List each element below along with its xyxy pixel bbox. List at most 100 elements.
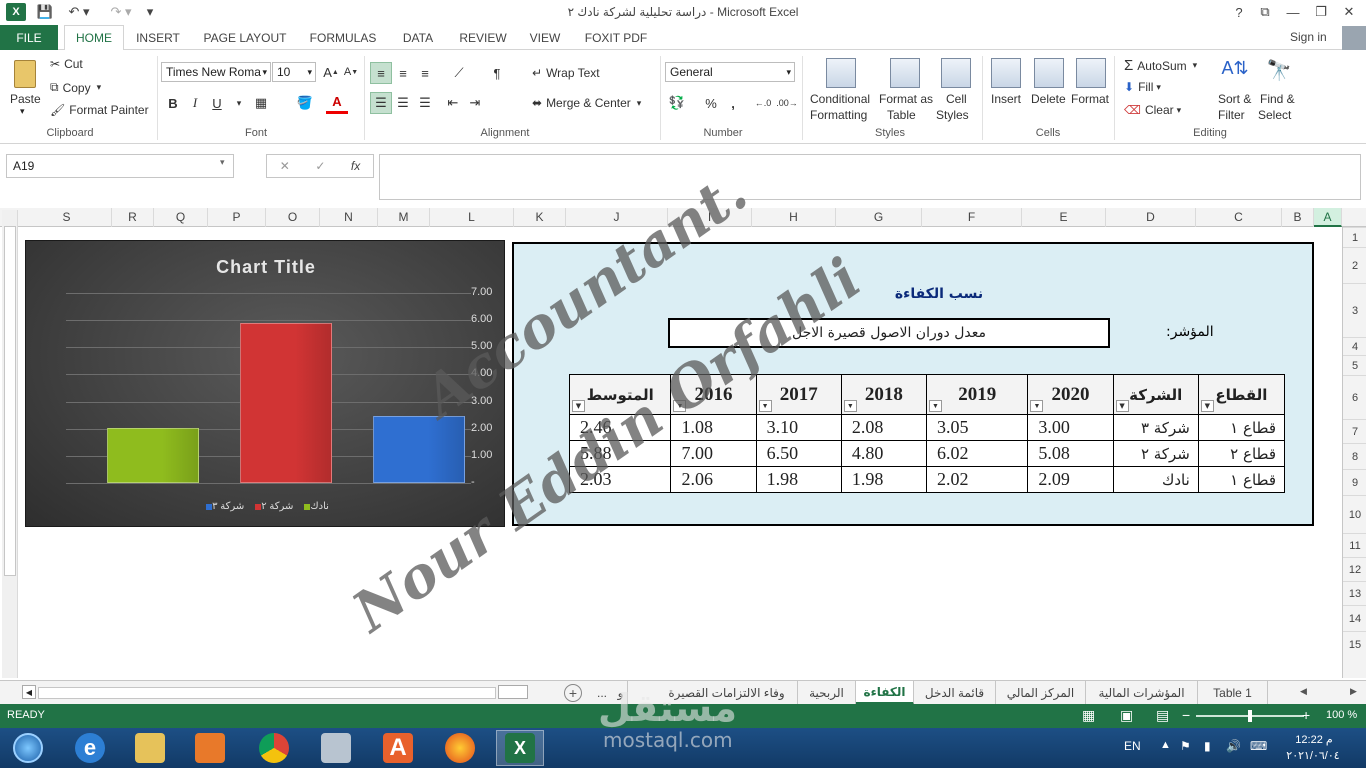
chrome-icon[interactable] — [250, 730, 298, 766]
clock-time[interactable]: 12:22 م — [1284, 733, 1344, 746]
cut-button[interactable]: ✂ Cut — [50, 57, 83, 71]
comma-style-button[interactable]: , — [722, 92, 744, 114]
column-header[interactable]: K — [514, 208, 566, 227]
align-right-icon[interactable]: ☰ — [414, 92, 436, 114]
tab-insert[interactable]: INSERT — [128, 25, 188, 50]
horizontal-scrollbar[interactable] — [38, 687, 496, 699]
cell-styles-button[interactable]: Cell — [946, 92, 967, 106]
percent-style-button[interactable]: % — [700, 92, 722, 114]
paste-button[interactable]: Paste — [10, 92, 41, 106]
prev-sheet-icon[interactable]: ◀ — [1300, 686, 1307, 697]
filter-dropdown-icon[interactable]: ▼ — [758, 400, 772, 412]
tab-review[interactable]: REVIEW — [452, 25, 514, 50]
help-button[interactable]: ? — [1226, 2, 1252, 22]
grow-font-icon[interactable]: A ▲ — [320, 61, 342, 83]
column-header[interactable]: E — [1022, 208, 1106, 227]
restore-button[interactable]: ❐ — [1308, 2, 1334, 22]
align-center-icon[interactable]: ☰ — [392, 92, 414, 114]
media-player-icon[interactable] — [186, 730, 234, 766]
zoom-in-icon[interactable]: + — [1302, 707, 1310, 723]
borders-icon[interactable]: ▦ — [250, 92, 272, 114]
column-header[interactable]: H — [752, 208, 836, 227]
excel-taskbar-icon[interactable]: X — [496, 730, 544, 766]
legend-entry[interactable]: شركة ٢ — [252, 501, 293, 512]
delete-cells-button[interactable]: Delete — [1031, 92, 1066, 106]
align-left-icon[interactable]: ☰ — [370, 92, 392, 114]
sign-in-link[interactable]: Sign in — [1290, 30, 1327, 44]
row-header[interactable]: 9 — [1343, 469, 1366, 495]
filter-dropdown-icon[interactable]: ▼ — [1115, 400, 1129, 412]
table-cell[interactable]: 6.50 — [755, 440, 842, 467]
add-sheet-button[interactable]: + — [564, 684, 582, 702]
format-painter-button[interactable]: 🖌 Format Painter — [50, 103, 149, 117]
fill-color-icon[interactable]: 🪣 — [294, 92, 316, 114]
column-header[interactable]: N — [320, 208, 378, 227]
table-cell[interactable]: 7.00 — [670, 440, 757, 467]
bottom-align-icon[interactable]: ≡ — [414, 62, 436, 84]
fill-button[interactable]: ⬇ Fill ▾ — [1124, 80, 1161, 94]
row-header[interactable]: 6 — [1343, 375, 1366, 419]
table-cell[interactable]: 1.98 — [755, 466, 842, 493]
table-cell[interactable]: 3.00 — [1027, 414, 1114, 441]
table-header-cell[interactable]: القطاع ▼ — [1197, 374, 1286, 415]
chart-bar[interactable] — [240, 323, 332, 483]
table-cell[interactable]: 2.02 — [926, 466, 1029, 493]
wrap-text-button[interactable]: ↵ Wrap Text — [532, 66, 600, 80]
column-header[interactable]: P — [208, 208, 266, 227]
table-cell[interactable]: 2.08 — [840, 414, 928, 441]
next-sheet-icon[interactable]: ▶ — [1350, 686, 1357, 697]
sheet-tab[interactable]: المؤشرات المالية — [1086, 681, 1198, 705]
insert-function-icon[interactable]: fx — [351, 159, 360, 173]
filter-dropdown-icon[interactable]: ▼ — [843, 400, 857, 412]
column-header[interactable]: D — [1106, 208, 1196, 227]
keyboard-icon[interactable]: ⌨ — [1250, 739, 1267, 753]
conditional-formatting-button[interactable]: Conditional — [810, 92, 870, 106]
page-layout-view-icon[interactable]: ▣ — [1120, 707, 1133, 724]
format-cells-button[interactable]: Format — [1071, 92, 1109, 106]
action-center-icon[interactable]: ⚑ — [1180, 739, 1191, 753]
table-header-cell[interactable]: 2017 ▼ — [755, 374, 842, 415]
filter-dropdown-icon[interactable]: ▼ — [572, 400, 585, 412]
filter-dropdown-icon[interactable]: ▼ — [1200, 400, 1214, 412]
column-header[interactable]: C — [1196, 208, 1282, 227]
clear-button[interactable]: ⌫ Clear ▾ — [1124, 103, 1181, 117]
tab-data[interactable]: DATA — [392, 25, 444, 50]
font-name-select[interactable]: Times New Roma ▾ — [161, 62, 271, 82]
insert-cells-button[interactable]: Insert — [991, 92, 1021, 106]
enter-icon[interactable]: ✓ — [315, 159, 325, 173]
firefox-icon[interactable] — [436, 730, 484, 766]
table-cell[interactable]: نادك — [1112, 466, 1199, 493]
row-header[interactable]: 8 — [1343, 443, 1366, 469]
bold-button[interactable]: B — [162, 92, 184, 114]
volume-icon[interactable]: 🔊 — [1226, 739, 1241, 753]
zoom-slider-thumb[interactable] — [1248, 710, 1252, 722]
sheet-tab[interactable]: Table 1 — [1198, 681, 1268, 705]
row-header[interactable]: 5 — [1343, 355, 1366, 375]
find-select-button[interactable]: Find & — [1260, 92, 1295, 106]
row-header[interactable]: 15 — [1343, 631, 1366, 657]
tab-file[interactable]: FILE — [0, 25, 58, 50]
sort-filter-label[interactable]: Filter — [1218, 108, 1245, 122]
zoom-out-icon[interactable]: − — [1182, 707, 1190, 723]
paste-dropdown-icon[interactable]: ▾ — [20, 106, 25, 117]
normal-view-icon[interactable]: ▦ — [1082, 707, 1095, 724]
office-app-icon[interactable]: A — [374, 730, 422, 766]
table-cell[interactable]: 2.09 — [1027, 466, 1114, 493]
orientation-icon[interactable]: ⟋ — [448, 62, 470, 84]
conditional-formatting-label[interactable]: Formatting — [810, 108, 867, 122]
row-header[interactable]: 13 — [1343, 581, 1366, 605]
vertical-scroll-thumb[interactable] — [4, 226, 16, 576]
column-header[interactable]: O — [266, 208, 320, 227]
paste-icon[interactable] — [10, 58, 42, 94]
sort-filter-button[interactable]: Sort & — [1218, 92, 1251, 106]
legend-entry[interactable]: شركة ٣ — [203, 501, 244, 512]
tray-arrow-icon[interactable]: ▲ — [1160, 739, 1171, 751]
find-select-label[interactable]: Select — [1258, 108, 1291, 122]
start-button[interactable] — [4, 730, 52, 766]
column-header[interactable]: A — [1314, 208, 1342, 227]
text-direction-icon[interactable]: ¶ — [486, 62, 508, 84]
merge-center-button[interactable]: ⬌ Merge & Center ▾ — [532, 96, 641, 110]
table-header-cell[interactable]: الشركة ▼ — [1112, 374, 1199, 415]
column-header[interactable]: L — [430, 208, 514, 227]
increase-decimal-icon[interactable]: ←.0 — [752, 92, 774, 114]
